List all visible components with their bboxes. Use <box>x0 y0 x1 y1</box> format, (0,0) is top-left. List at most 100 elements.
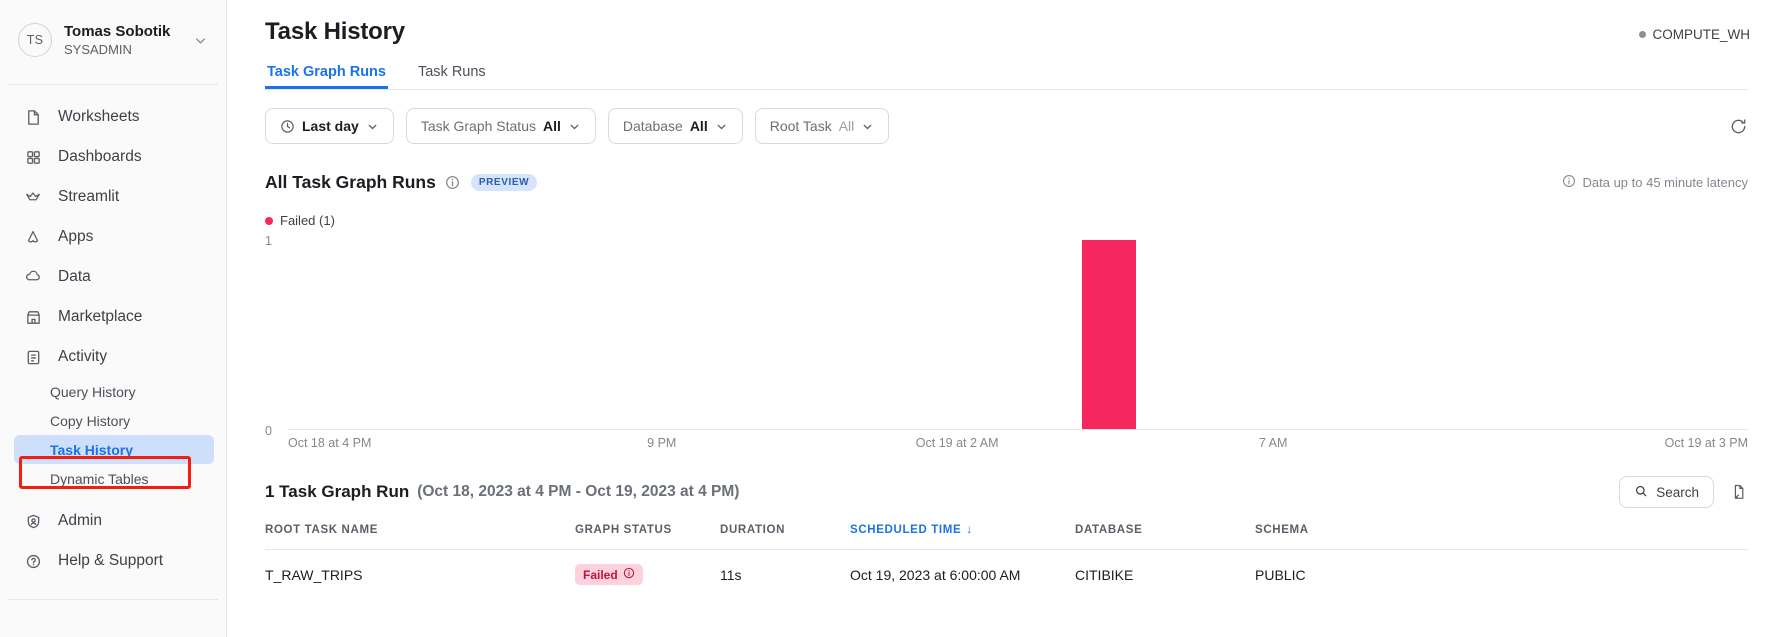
activity-icon <box>22 346 44 368</box>
tab-bar: Task Graph Runs Task Runs <box>265 64 1748 90</box>
info-icon <box>1562 174 1576 191</box>
sidebar-bottom-divider <box>8 599 218 600</box>
column-header-scheduled-time[interactable]: SCHEDULED TIME ↓ <box>850 524 1075 550</box>
legend-color-swatch <box>265 216 273 225</box>
sidebar-nav: Worksheets Dashboards Streamlit Apps Dat… <box>0 85 226 600</box>
status-badge: Failed <box>575 564 643 585</box>
status-badge-label: Failed <box>583 567 618 582</box>
task-graph-runs-table: ROOT TASK NAME GRAPH STATUS DURATION SCH… <box>265 524 1748 599</box>
chart-bars-container <box>288 240 1748 430</box>
sidebar-item-streamlit[interactable]: Streamlit <box>0 177 226 217</box>
sidebar-item-label: Data <box>58 268 91 285</box>
latency-text: Data up to 45 minute latency <box>1582 175 1749 190</box>
database-filter[interactable]: Database All <box>607 108 743 144</box>
cell-graph-status: Failed <box>575 550 720 600</box>
x-axis-tick: Oct 19 at 2 AM <box>915 436 999 450</box>
results-header: 1 Task Graph Run (Oct 18, 2023 at 4 PM -… <box>265 476 1748 508</box>
database-filter-label: Database <box>622 118 683 134</box>
tab-task-runs[interactable]: Task Runs <box>416 64 488 89</box>
chevron-down-icon <box>568 120 581 133</box>
results-count: 1 Task Graph Run <box>265 482 410 501</box>
chevron-down-icon <box>366 120 379 133</box>
filter-bar: Last day Task Graph Status All Database <box>265 108 1748 144</box>
sidebar-subitem-label: Task History <box>50 441 133 458</box>
sidebar-item-worksheets[interactable]: Worksheets <box>0 97 226 137</box>
column-header-label: SCHEDULED TIME <box>850 524 962 536</box>
account-switcher[interactable]: TS Tomas Sobotik SYSADMIN <box>0 0 226 62</box>
sidebar-item-dynamic-tables[interactable]: Dynamic Tables <box>14 464 214 493</box>
task-graph-status-filter[interactable]: Task Graph Status All <box>405 108 596 144</box>
sort-descending-icon: ↓ <box>966 524 973 536</box>
chart-bar-failed[interactable] <box>1082 240 1137 429</box>
y-axis-tick-max: 1 <box>265 234 272 248</box>
refresh-icon[interactable] <box>1729 117 1748 136</box>
sidebar: TS Tomas Sobotik SYSADMIN Worksheets Das… <box>0 0 227 637</box>
chevron-down-icon <box>715 120 728 133</box>
main-content: Task History COMPUTE_WH Task Graph Runs … <box>227 0 1786 637</box>
column-header-schema[interactable]: SCHEMA <box>1255 524 1748 550</box>
sidebar-item-activity[interactable]: Activity <box>0 337 226 377</box>
table-header: ROOT TASK NAME GRAPH STATUS DURATION SCH… <box>265 524 1748 550</box>
sidebar-item-label: Activity <box>58 348 108 365</box>
column-header-database[interactable]: DATABASE <box>1075 524 1255 550</box>
warehouse-indicator[interactable]: COMPUTE_WH <box>1638 18 1750 42</box>
avatar: TS <box>18 23 52 57</box>
sidebar-item-label: Streamlit <box>58 188 120 205</box>
account-text: Tomas Sobotik SYSADMIN <box>64 23 190 57</box>
sidebar-subitem-label: Query History <box>50 383 136 400</box>
grid-icon <box>22 146 44 168</box>
root-task-filter[interactable]: Root Task All <box>754 108 890 144</box>
sidebar-item-label: Help & Support <box>58 552 164 569</box>
sidebar-item-query-history[interactable]: Query History <box>14 377 214 406</box>
time-range-filter[interactable]: Last day <box>265 108 394 144</box>
cell-database: CITIBIKE <box>1075 566 1134 583</box>
time-range-value: Last day <box>302 118 359 134</box>
search-icon <box>1634 484 1648 501</box>
search-button[interactable]: Search <box>1619 476 1714 508</box>
account-role: SYSADMIN <box>64 41 132 57</box>
root-task-filter-value: All <box>838 118 855 134</box>
x-axis-tick: Oct 19 at 3 PM <box>1664 436 1748 450</box>
sidebar-item-task-history[interactable]: Task History <box>14 435 214 464</box>
admin-icon <box>22 510 44 532</box>
store-icon <box>22 306 44 328</box>
sidebar-item-marketplace[interactable]: Marketplace <box>0 297 226 337</box>
preview-badge: PREVIEW <box>470 174 538 191</box>
tab-label: Task Graph Runs <box>267 64 386 80</box>
sidebar-item-data[interactable]: Data <box>0 257 226 297</box>
sidebar-item-apps[interactable]: Apps <box>0 217 226 257</box>
chart-plot-area: 1 0 <box>265 234 1748 438</box>
table-body: T_RAW_TRIPS Failed 11s Oct 19, 2023 at 6… <box>265 549 1748 600</box>
sidebar-item-label: Worksheets <box>58 108 140 125</box>
chart-title: All Task Graph Runs <box>265 172 436 192</box>
results-actions: Search <box>1619 476 1748 508</box>
cell-schema: PUBLIC <box>1255 566 1306 583</box>
info-icon[interactable] <box>445 175 460 190</box>
sidebar-item-copy-history[interactable]: Copy History <box>14 406 214 435</box>
tab-task-graph-runs[interactable]: Task Graph Runs <box>265 64 388 89</box>
sidebar-item-dashboards[interactable]: Dashboards <box>0 137 226 177</box>
export-icon[interactable] <box>1730 483 1748 501</box>
info-icon[interactable] <box>623 567 635 582</box>
x-axis-tick: 9 PM <box>647 436 677 450</box>
chevron-down-icon[interactable] <box>190 33 210 48</box>
page-title: Task History <box>265 18 405 45</box>
y-axis-tick-min: 0 <box>265 424 272 438</box>
column-header-root-task-name[interactable]: ROOT TASK NAME <box>265 524 575 550</box>
column-header-duration[interactable]: DURATION <box>720 524 850 550</box>
sidebar-subitem-label: Copy History <box>50 412 131 429</box>
sidebar-item-label: Apps <box>58 228 94 245</box>
task-graph-status-value: All <box>542 118 561 134</box>
app-root: TS Tomas Sobotik SYSADMIN Worksheets Das… <box>0 0 1786 637</box>
latency-note: Data up to 45 minute latency <box>1562 174 1749 191</box>
sidebar-item-help-support[interactable]: Help & Support <box>0 541 226 581</box>
chart-header: All Task Graph Runs PREVIEW Data up to 4… <box>265 172 1748 193</box>
table-header-row: ROOT TASK NAME GRAPH STATUS DURATION SCH… <box>265 524 1748 550</box>
sidebar-item-admin[interactable]: Admin <box>0 501 226 541</box>
column-header-graph-status[interactable]: GRAPH STATUS <box>575 524 720 550</box>
account-name: Tomas Sobotik <box>64 22 171 40</box>
results-date-range: (Oct 18, 2023 at 4 PM - Oct 19, 2023 at … <box>417 483 740 500</box>
table-row[interactable]: T_RAW_TRIPS Failed 11s Oct 19, 2023 at 6… <box>265 549 1748 600</box>
tab-label: Task Runs <box>417 64 486 80</box>
database-filter-value: All <box>689 118 708 134</box>
